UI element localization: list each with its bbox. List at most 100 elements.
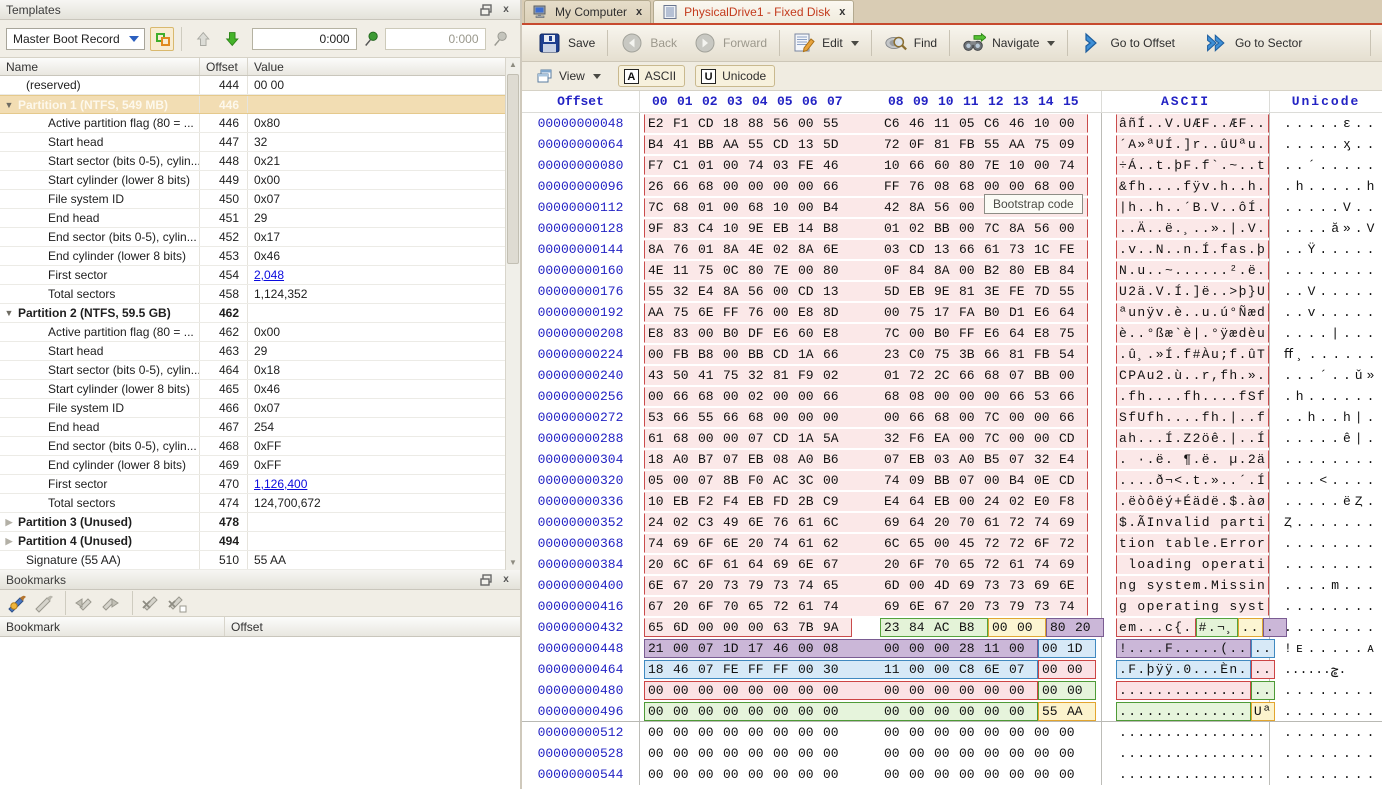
hex-byte[interactable]: F8 — [1059, 494, 1084, 509]
template-row[interactable]: File system ID4500x07 — [0, 190, 505, 209]
hex-byte[interactable]: 7E — [773, 263, 798, 278]
hex-byte[interactable]: 68 — [1034, 179, 1059, 194]
hex-row-ascii[interactable]: ................ — [1102, 764, 1270, 785]
hex-byte[interactable]: 73 — [984, 578, 1009, 593]
hex-byte[interactable]: 00 — [673, 704, 698, 719]
hex-byte[interactable]: B8 — [698, 347, 723, 362]
add-bookmark-icon[interactable] — [6, 593, 28, 613]
hex-byte[interactable]: 00 — [773, 179, 798, 194]
column-header-offset[interactable]: Offset — [200, 58, 248, 75]
hex-byte[interactable]: F4 — [723, 494, 748, 509]
hex-byte[interactable]: 00 — [798, 725, 823, 740]
hex-byte[interactable]: 08 — [909, 389, 934, 404]
hex-byte[interactable]: E6 — [984, 326, 1009, 341]
template-row[interactable]: Signature (55 AA)51055 AA — [0, 551, 505, 570]
hex-byte[interactable]: 02 — [673, 515, 698, 530]
hex-byte[interactable]: F1 — [673, 116, 698, 131]
hex-byte[interactable]: 61 — [798, 536, 823, 551]
hex-byte[interactable]: 01 — [698, 242, 723, 257]
hex-byte[interactable]: 60 — [798, 326, 823, 341]
hex-byte[interactable]: 65 — [909, 536, 934, 551]
hex-row-ascii[interactable]: $.ÃInvalid parti — [1102, 512, 1270, 533]
hex-byte[interactable]: 54 — [1059, 347, 1084, 362]
ascii-toggle-button[interactable]: A ASCII — [618, 65, 685, 87]
hex-byte[interactable]: 66 — [909, 158, 934, 173]
hex-byte[interactable]: 18 — [723, 116, 748, 131]
hex-byte[interactable]: 00 — [723, 725, 748, 740]
hex-byte[interactable]: 23 — [884, 620, 909, 635]
hex-byte[interactable]: EB — [673, 494, 698, 509]
hex-byte[interactable]: 00 — [773, 704, 798, 719]
hex-row[interactable]: 00000000384206C6F6164696E67206F706572617… — [522, 554, 1382, 575]
hex-byte[interactable]: 00 — [1009, 746, 1034, 761]
hex-byte[interactable]: 00 — [909, 767, 934, 782]
hex-byte[interactable]: 55 — [984, 137, 1009, 152]
hex-byte[interactable]: CD — [773, 431, 798, 446]
hex-byte[interactable]: 00 — [723, 200, 748, 215]
hex-byte[interactable]: 00 — [884, 410, 909, 425]
hex-byte[interactable]: 00 — [773, 767, 798, 782]
forward-button[interactable]: Forward — [685, 28, 775, 58]
hex-row[interactable]: 0000000052800000000000000000000000000000… — [522, 743, 1382, 764]
hex-byte[interactable]: 67 — [648, 599, 673, 614]
template-row[interactable]: End cylinder (lower 8 bits)4690xFF — [0, 456, 505, 475]
hex-byte[interactable]: 00 — [823, 473, 848, 488]
hex-byte[interactable]: 00 — [884, 683, 909, 698]
hex-byte[interactable]: 56 — [934, 200, 959, 215]
hex-row-ascii[interactable]: |h..h..´B.V..ôÍ. — [1102, 197, 1270, 218]
hex-row[interactable]: 000000002886168000007CD1A5A32F6EA007C000… — [522, 428, 1382, 449]
template-row[interactable]: Start cylinder (lower 8 bits)4490x00 — [0, 171, 505, 190]
hex-byte[interactable]: 6E — [1059, 578, 1084, 593]
hex-byte[interactable]: 00 — [884, 746, 909, 761]
hex-byte[interactable]: 01 — [698, 200, 723, 215]
hex-row[interactable]: 0000000030418A0B707EB08A0B607EB03A0B5073… — [522, 449, 1382, 470]
hex-byte[interactable]: E4 — [698, 284, 723, 299]
hex-byte[interactable]: 11 — [673, 263, 698, 278]
hex-byte[interactable]: 00 — [823, 767, 848, 782]
hex-byte[interactable]: E6 — [1034, 305, 1059, 320]
expand-icon[interactable]: ▶ — [0, 513, 18, 531]
hex-byte[interactable]: 00 — [723, 389, 748, 404]
hex-byte[interactable]: 68 — [884, 389, 909, 404]
hex-byte[interactable]: 00 — [673, 767, 698, 782]
hex-row-bytes[interactable]: 67206F7065726174696E672073797374 — [640, 596, 1102, 617]
hex-byte[interactable]: 3E — [984, 284, 1009, 299]
hex-byte[interactable]: A0 — [673, 452, 698, 467]
hex-row-unicode[interactable]: ﬀ¸...... — [1270, 344, 1382, 365]
hex-byte[interactable]: 00 — [723, 620, 748, 635]
hex-byte[interactable]: 00 — [748, 746, 773, 761]
hex-byte[interactable]: 9F — [648, 221, 673, 236]
hex-byte[interactable]: 00 — [798, 704, 823, 719]
hex-row-ascii[interactable]: g operating syst — [1102, 596, 1270, 617]
hex-byte[interactable]: 00 — [959, 767, 984, 782]
hex-byte[interactable]: 75 — [723, 368, 748, 383]
hex-byte[interactable]: 00 — [909, 662, 934, 677]
hex-byte[interactable]: 00 — [673, 725, 698, 740]
hex-byte[interactable]: 1D — [1067, 641, 1092, 656]
hex-byte[interactable]: 26 — [648, 179, 673, 194]
hex-byte[interactable]: 20 — [698, 578, 723, 593]
hex-byte[interactable]: 10 — [773, 200, 798, 215]
hex-byte[interactable]: 61 — [798, 599, 823, 614]
hex-byte[interactable]: 32 — [1034, 452, 1059, 467]
hex-byte[interactable]: 00 — [984, 725, 1009, 740]
hex-row-bytes[interactable]: 656D000000637B9A2384ACB800008020 — [640, 617, 1102, 638]
hex-byte[interactable]: A0 — [798, 452, 823, 467]
hex-byte[interactable]: 01 — [698, 158, 723, 173]
hex-byte[interactable]: 8A — [723, 242, 748, 257]
previous-bookmark-icon[interactable] — [73, 593, 95, 613]
hex-byte[interactable]: 55 — [648, 284, 673, 299]
hex-byte[interactable]: 05 — [648, 473, 673, 488]
hex-byte[interactable]: FF — [723, 305, 748, 320]
hex-byte[interactable]: 7B — [798, 620, 823, 635]
hex-byte[interactable]: 00 — [798, 200, 823, 215]
hex-byte[interactable]: 07 — [959, 473, 984, 488]
hex-byte[interactable]: 00 — [698, 431, 723, 446]
hex-row-bytes[interactable]: 435041753281F90201722C666807BB00 — [640, 365, 1102, 386]
hex-byte[interactable]: 68 — [698, 179, 723, 194]
hex-row-bytes[interactable]: 74696F6E207461626C65004572726F72 — [640, 533, 1102, 554]
hex-byte[interactable]: 81 — [1009, 347, 1034, 362]
hex-byte[interactable]: 00 — [1042, 662, 1067, 677]
hex-byte[interactable]: 6C — [673, 557, 698, 572]
hex-byte[interactable]: 4E — [748, 242, 773, 257]
